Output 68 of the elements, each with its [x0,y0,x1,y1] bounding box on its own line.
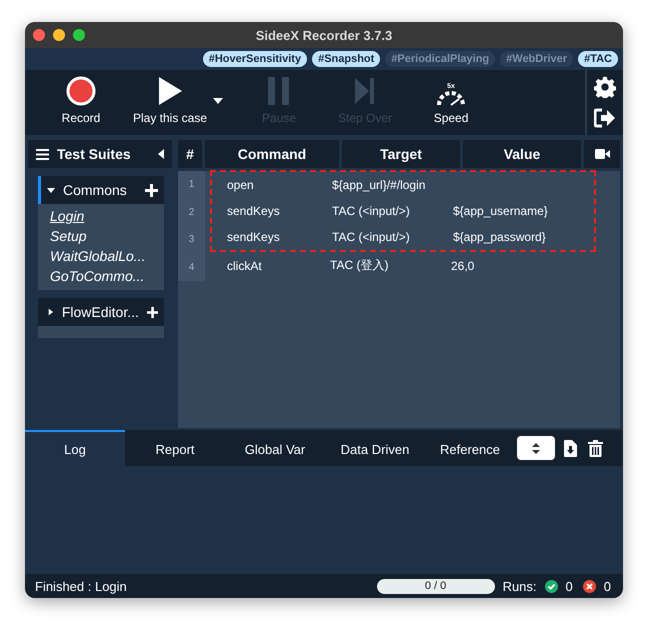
menu-icon[interactable] [36,148,49,160]
panel-tab[interactable]: Global Var [225,430,325,466]
caret-icon[interactable] [213,98,224,104]
test-case[interactable]: WaitGlobalLo... [38,246,164,266]
suite-header[interactable]: FlowEditor... [38,298,164,326]
close-icon[interactable] [33,29,45,41]
maximize-icon[interactable] [73,29,85,41]
table-cell-text: ${app_url}/#/login [332,178,426,192]
table-cell-text: clickAt [226,258,263,273]
progress-text: 0 / 0 [424,580,446,592]
column-header: # [178,140,202,168]
sidebar-title: Test Suites [57,146,132,162]
settings-icon[interactable] [594,76,616,98]
step-over-icon [355,76,376,106]
suite-name: FlowEditor... [62,304,139,320]
panel-tab[interactable]: Data Driven [325,430,425,466]
row-number: 3 [188,233,196,248]
sort-icon [532,442,540,454]
test-case[interactable]: GoToCommo... [38,266,164,286]
test-case[interactable]: Login [38,206,164,226]
suite-name: Commons [63,182,128,198]
error-icon [582,580,596,592]
table-cell-text: TAC (<input/>) [332,204,411,218]
play-button[interactable]: Play this case [129,70,212,125]
tag[interactable]: #HoverSensitivity [202,51,308,67]
caret-down-icon [47,186,55,194]
row-number: 4 [188,260,196,275]
add-icon[interactable] [146,306,158,318]
suite-header[interactable]: Commons [38,176,164,204]
logout-icon[interactable] [594,108,616,128]
select-field[interactable] [517,436,555,460]
runs-label: Runs: [502,578,537,594]
status-message: Finished : Login [35,578,128,594]
record-icon [66,76,96,106]
add-icon[interactable] [145,184,158,196]
column-header: Command [205,140,339,168]
record-button[interactable]: Record [43,70,119,125]
row-number: 2 [188,206,196,220]
panel-tab[interactable]: Log [25,430,125,466]
table-cell-text: sendKeys [226,230,281,244]
passed-count: 0 [566,578,573,594]
row-number: 1 [188,178,196,192]
failed-count: 0 [604,578,611,594]
table-cell: ${app_password} [453,230,546,244]
column-header: Target [342,140,460,168]
table-cell-text: open [226,178,255,192]
table-cell: ${app_username} [453,204,548,218]
download-file-icon[interactable] [564,440,577,456]
table-cell-text: TAC (<input/>) [332,230,411,244]
minimize-icon[interactable] [53,29,65,41]
table-cell-text: TAC (登入) [330,257,390,274]
test-case[interactable]: Setup [38,226,164,246]
panel-tab[interactable]: Reference [425,430,515,466]
tag[interactable]: #TAC [578,51,618,67]
tag[interactable]: #Snapshot [312,51,380,67]
check-icon [544,580,558,592]
collapse-icon[interactable] [158,149,164,159]
column-header: Value [463,140,581,168]
pause-icon [268,76,290,106]
video-camera-icon[interactable] [594,149,610,159]
window-title: SideeX Recorder 3.7.3 [256,28,392,42]
table-cell-text: sendKeys [226,204,281,218]
play-icon [157,76,184,106]
gauge-icon [437,90,466,106]
trash-icon[interactable] [588,440,603,456]
table-cell: 26,0 [451,258,474,273]
caret-right-icon [47,308,54,316]
panel-tab[interactable]: Report [125,430,225,466]
